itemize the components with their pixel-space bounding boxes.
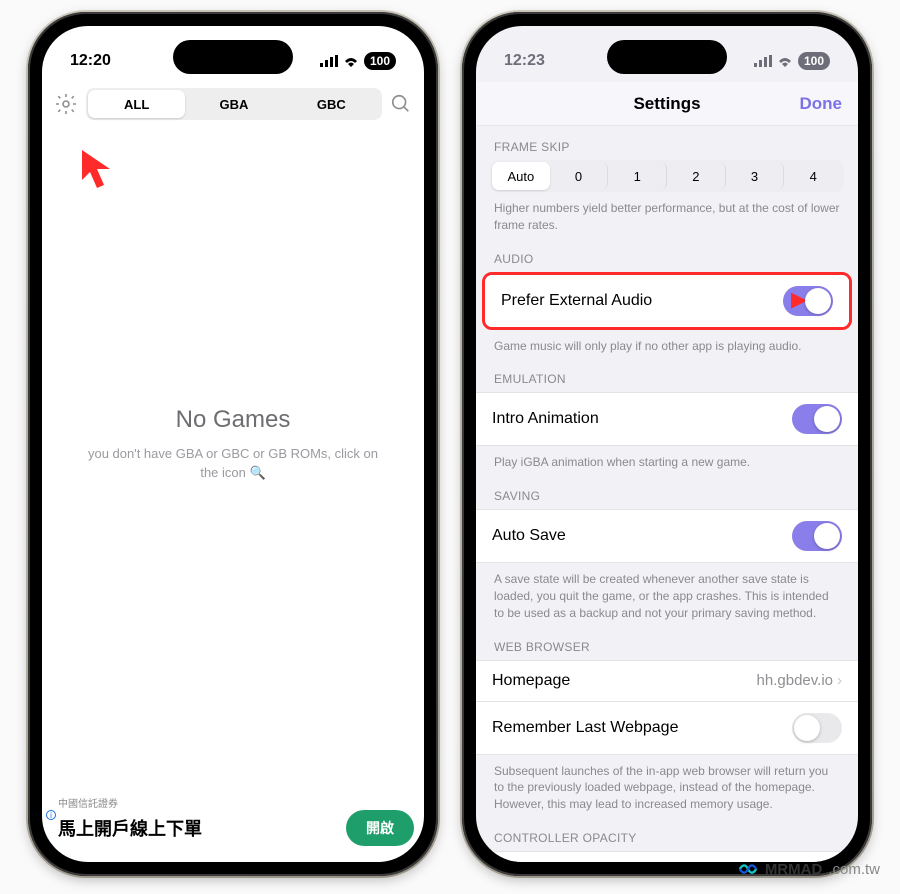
- saving-footer: A save state will be created whenever an…: [476, 563, 858, 625]
- chevron-right-icon: ›: [837, 672, 842, 689]
- annotation-play-icon: [791, 293, 807, 309]
- section-web: WEB BROWSER: [476, 626, 858, 660]
- annotation-cursor-icon: [78, 146, 124, 192]
- watermark-logo-icon: [737, 858, 759, 880]
- dynamic-island: [607, 40, 727, 74]
- ad-info-icon[interactable]: i: [46, 810, 56, 820]
- prefer-external-audio-toggle[interactable]: [783, 286, 833, 316]
- phone-settings: 12:23 100 Settings Done FRAME SKIP Auto …: [462, 12, 872, 876]
- homepage-value: hh.gbdev.io: [757, 672, 833, 689]
- frame-skip-segmented[interactable]: Auto 0 1 2 3 4: [490, 160, 844, 192]
- remember-webpage-label: Remember Last Webpage: [492, 719, 678, 737]
- battery-icon: 100: [798, 52, 830, 70]
- intro-animation-row: Intro Animation: [476, 392, 858, 446]
- frame-skip-4[interactable]: 4: [784, 162, 842, 190]
- section-frame-skip: FRAME SKIP: [476, 126, 858, 160]
- intro-animation-toggle[interactable]: [792, 404, 842, 434]
- annotation-highlight: Prefer External Audio: [482, 272, 852, 330]
- frame-skip-footer: Higher numbers yield better performance,…: [476, 192, 858, 238]
- ad-open-button[interactable]: 開啟: [346, 810, 414, 846]
- auto-save-toggle[interactable]: [792, 521, 842, 551]
- empty-subtitle: you don't have GBA or GBC or GB ROMs, cl…: [78, 444, 388, 483]
- section-controller: CONTROLLER OPACITY: [476, 817, 858, 851]
- audio-footer: Game music will only play if no other ap…: [476, 330, 858, 359]
- auto-save-row: Auto Save: [476, 509, 858, 563]
- empty-title: No Games: [176, 406, 291, 434]
- emulation-footer: Play iGBA animation when starting a new …: [476, 446, 858, 475]
- wifi-icon: [777, 55, 793, 67]
- web-footer: Subsequent launches of the in-app web br…: [476, 755, 858, 817]
- nav-bar: Settings Done: [476, 82, 858, 126]
- ad-text: 馬上開戶線上下單: [52, 815, 202, 841]
- status-time: 12:23: [504, 52, 545, 70]
- dynamic-island: [173, 40, 293, 74]
- section-emulation: EMULATION: [476, 358, 858, 392]
- page-title: Settings: [633, 94, 700, 114]
- intro-animation-label: Intro Animation: [492, 410, 599, 428]
- auto-save-label: Auto Save: [492, 527, 566, 545]
- ad-brand: 中國信託證券: [52, 795, 414, 810]
- ad-banner[interactable]: i ✕ 中國信託證券 馬上開戶線上下單 開啟: [42, 795, 424, 856]
- ad-close-icon[interactable]: ✕: [46, 843, 54, 854]
- watermark-brand: MRMAD: [765, 861, 823, 878]
- phone-library: 12:20 100 ALL GBA GBC: [28, 12, 438, 876]
- remember-webpage-row: Remember Last Webpage: [476, 702, 858, 755]
- settings-list[interactable]: FRAME SKIP Auto 0 1 2 3 4 Higher numbers…: [476, 126, 858, 862]
- watermark: MRMAD .com.tw: [737, 858, 880, 880]
- prefer-external-audio-row: Prefer External Audio: [485, 275, 849, 327]
- frame-skip-1[interactable]: 1: [608, 162, 667, 190]
- done-button[interactable]: Done: [800, 94, 843, 114]
- frame-skip-2[interactable]: 2: [667, 162, 726, 190]
- prefer-external-audio-label: Prefer External Audio: [501, 292, 652, 310]
- watermark-domain: .com.tw: [828, 861, 880, 878]
- frame-skip-3[interactable]: 3: [726, 162, 785, 190]
- remember-webpage-toggle[interactable]: [792, 713, 842, 743]
- frame-skip-auto[interactable]: Auto: [492, 162, 550, 190]
- frame-skip-0[interactable]: 0: [550, 162, 609, 190]
- homepage-row[interactable]: Homepage hh.gbdev.io ›: [476, 660, 858, 702]
- section-saving: SAVING: [476, 475, 858, 509]
- section-audio: AUDIO: [476, 238, 858, 272]
- homepage-label: Homepage: [492, 672, 570, 690]
- cellular-icon: [754, 55, 772, 67]
